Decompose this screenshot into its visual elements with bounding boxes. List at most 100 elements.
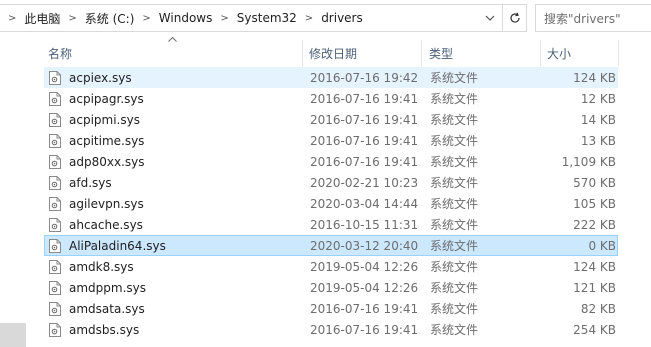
chevron-down-icon[interactable] <box>478 5 502 31</box>
file-type: 系统文件 <box>430 134 479 148</box>
file-name: amdppm.sys <box>69 280 147 295</box>
file-row[interactable]: acpitime.sys 2016-07-16 19:41 系统文件 13 KB <box>44 130 618 151</box>
file-type: 系统文件 <box>430 260 479 274</box>
file-size: 13 KB <box>580 133 616 148</box>
chevron-right-icon[interactable]: > <box>142 13 150 24</box>
file-size: 82 KB <box>580 301 616 316</box>
file-date: 2020-03-04 14:44 <box>310 196 419 211</box>
chevron-right-icon[interactable]: > <box>305 13 313 24</box>
file-name: acpipmi.sys <box>69 112 140 127</box>
file-date: 2016-10-15 11:31 <box>310 217 419 232</box>
file-row[interactable]: amdsbs.sys 2016-07-16 19:41 系统文件 254 KB <box>44 319 618 340</box>
system-file-icon <box>49 154 61 169</box>
file-date: 2019-05-04 12:26 <box>310 259 419 274</box>
file-name-cell: acpitime.sys <box>49 131 303 150</box>
file-name: amdk8.sys <box>69 259 134 274</box>
system-file-icon <box>49 238 61 253</box>
file-type: 系统文件 <box>430 302 479 316</box>
file-type: 系统文件 <box>430 281 479 295</box>
file-row[interactable]: acpipmi.sys 2016-07-16 19:41 系统文件 14 KB <box>44 109 618 130</box>
file-size: 124 KB <box>573 259 616 274</box>
toolbar: > 此电脑 > 系统 (C:) > Windows > System32 > d… <box>0 0 651 36</box>
file-row[interactable]: acpiex.sys 2016-07-16 19:42 系统文件 124 KB <box>44 67 618 88</box>
breadcrumb-drivers[interactable]: drivers <box>321 11 363 25</box>
system-file-icon <box>49 217 61 232</box>
file-name: afd.sys <box>69 175 112 190</box>
column-header: 名称 修改日期 类型 大小 <box>44 40 651 66</box>
file-list: acpiex.sys 2016-07-16 19:42 系统文件 124 KB … <box>44 67 618 340</box>
file-size: 0 KB <box>588 238 616 253</box>
column-header-name[interactable]: 名称 <box>48 40 303 66</box>
file-name: acpipagr.sys <box>69 91 144 106</box>
file-row[interactable]: AliPaladin64.sys 2020-03-12 20:40 系统文件 0… <box>44 235 618 256</box>
file-date: 2019-05-04 12:26 <box>310 280 419 295</box>
file-row[interactable]: amdsata.sys 2016-07-16 19:41 系统文件 82 KB <box>44 298 618 319</box>
file-size: 254 KB <box>573 322 616 337</box>
navigation-pane[interactable] <box>0 36 26 347</box>
system-file-icon <box>49 133 61 148</box>
column-divider[interactable] <box>618 40 619 66</box>
breadcrumb-system-c[interactable]: 系统 (C:) <box>85 10 135 27</box>
file-type: 系统文件 <box>430 197 479 211</box>
file-name-cell: adp80xx.sys <box>49 152 303 171</box>
file-size: 14 KB <box>580 112 616 127</box>
breadcrumb-this-pc[interactable]: 此电脑 <box>24 10 60 27</box>
file-type: 系统文件 <box>430 71 479 85</box>
chevron-right-icon[interactable]: > <box>8 13 16 24</box>
file-name-cell: acpiex.sys <box>49 68 303 87</box>
file-date: 2016-07-16 19:41 <box>310 112 419 127</box>
file-name-cell: amdsbs.sys <box>49 320 303 339</box>
chevron-right-icon[interactable]: > <box>68 13 76 24</box>
file-name-cell: amdppm.sys <box>49 278 303 297</box>
file-date: 2016-07-16 19:41 <box>310 301 419 316</box>
file-row[interactable]: afd.sys 2020-02-21 10:23 系统文件 570 KB <box>44 172 618 193</box>
file-name: amdsata.sys <box>69 301 145 316</box>
system-file-icon <box>49 175 61 190</box>
file-type: 系统文件 <box>430 323 479 337</box>
file-name: acpiex.sys <box>69 70 132 85</box>
file-size: 105 KB <box>573 196 616 211</box>
file-row[interactable]: agilevpn.sys 2020-03-04 14:44 系统文件 105 K… <box>44 193 618 214</box>
file-size: 222 KB <box>573 217 616 232</box>
file-row[interactable]: adp80xx.sys 2016-07-16 19:41 系统文件 1,109 … <box>44 151 618 172</box>
breadcrumb-system32[interactable]: System32 <box>237 11 297 25</box>
file-name: amdsbs.sys <box>69 322 140 337</box>
file-name: agilevpn.sys <box>69 196 144 211</box>
file-date: 2016-07-16 19:41 <box>310 154 419 169</box>
system-file-icon <box>49 280 61 295</box>
system-file-icon <box>49 196 61 211</box>
column-divider[interactable] <box>540 40 541 66</box>
file-name-cell: agilevpn.sys <box>49 194 303 213</box>
file-name-cell: afd.sys <box>49 173 303 192</box>
nav-item-selected[interactable] <box>0 323 26 347</box>
file-size: 124 KB <box>573 70 616 85</box>
refresh-icon[interactable] <box>502 5 526 31</box>
column-header-size[interactable]: 大小 <box>547 40 617 66</box>
file-size: 12 KB <box>580 91 616 106</box>
system-file-icon <box>49 70 61 85</box>
search-input[interactable]: 搜索"drivers" <box>535 4 651 32</box>
address-bar[interactable]: > 此电脑 > 系统 (C:) > Windows > System32 > d… <box>0 4 527 32</box>
file-date: 2016-07-16 19:41 <box>310 133 419 148</box>
file-type: 系统文件 <box>430 113 479 127</box>
system-file-icon <box>49 112 61 127</box>
file-row[interactable]: amdppm.sys 2019-05-04 12:26 系统文件 121 KB <box>44 277 618 298</box>
system-file-icon <box>49 259 61 274</box>
column-header-type[interactable]: 类型 <box>429 40 539 66</box>
file-name: acpitime.sys <box>69 133 145 148</box>
file-date: 2016-07-16 19:41 <box>310 91 419 106</box>
file-row[interactable]: acpipagr.sys 2016-07-16 19:41 系统文件 12 KB <box>44 88 618 109</box>
column-divider[interactable] <box>302 40 303 66</box>
column-header-date[interactable]: 修改日期 <box>309 40 424 66</box>
file-type: 系统文件 <box>430 155 479 169</box>
file-row[interactable]: ahcache.sys 2016-10-15 11:31 系统文件 222 KB <box>44 214 618 235</box>
column-divider[interactable] <box>421 40 422 66</box>
file-name-cell: acpipmi.sys <box>49 110 303 129</box>
file-date: 2020-03-12 20:40 <box>310 238 419 253</box>
file-name-cell: amdk8.sys <box>49 257 303 276</box>
breadcrumb-windows[interactable]: Windows <box>159 11 213 25</box>
file-row[interactable]: amdk8.sys 2019-05-04 12:26 系统文件 124 KB <box>44 256 618 277</box>
chevron-right-icon[interactable]: > <box>220 13 228 24</box>
file-name-cell: amdsata.sys <box>49 299 303 318</box>
file-date: 2016-07-16 19:42 <box>310 70 419 85</box>
